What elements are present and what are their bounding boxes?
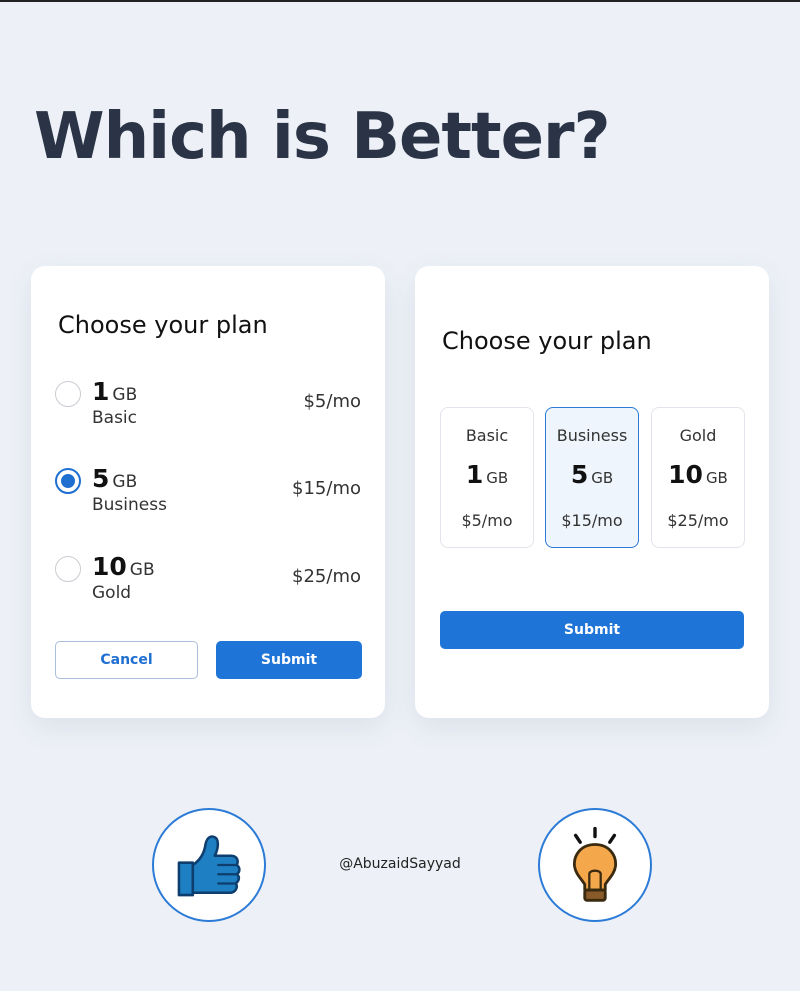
plan-price: $25/mo — [667, 511, 729, 530]
plan-option-gold[interactable]: 10 GB Gold $25/mo — [55, 552, 361, 614]
cancel-button[interactable]: Cancel — [55, 641, 198, 679]
plan-size: 5 GB — [92, 464, 138, 493]
plan-price: $15/mo — [292, 478, 361, 499]
plan-option-business[interactable]: 5 GB Business $15/mo — [55, 464, 361, 526]
plan-size: 1 GB — [465, 460, 509, 489]
plan-size: 10 GB — [668, 460, 728, 489]
plan-option-basic[interactable]: 1 GB Basic $5/mo — [55, 377, 361, 439]
plan-name: Gold — [92, 583, 132, 603]
top-border — [0, 0, 800, 2]
plan-card-radio-list: Choose your plan 1 GB Basic $5/mo 5 GB Bus… — [31, 266, 385, 718]
plan-name: Basic — [92, 408, 138, 428]
plan-price: $25/mo — [292, 566, 361, 587]
plan-card-tiles: Choose your plan Basic 1 GB $5/mo Busines… — [415, 266, 769, 718]
plan-name: Business — [556, 426, 628, 445]
plan-size: 10 GB — [92, 552, 155, 581]
lightbulb-icon — [573, 826, 617, 902]
plan-tile-business[interactable]: Business 5 GB $15/mo — [545, 407, 639, 548]
plan-price: $5/mo — [461, 511, 513, 530]
submit-button[interactable]: Submit — [216, 641, 362, 679]
plan-size: 5 GB — [570, 460, 614, 489]
card-title: Choose your plan — [58, 311, 268, 339]
plan-name: Business — [92, 495, 167, 515]
plan-name: Gold — [679, 426, 717, 445]
card-title: Choose your plan — [442, 327, 652, 355]
plan-price: $15/mo — [561, 511, 623, 530]
plan-tile-gold[interactable]: Gold 10 GB $25/mo — [651, 407, 745, 548]
radio-button[interactable] — [55, 556, 81, 582]
plan-size: 1 GB — [92, 377, 138, 406]
page-title: Which is Better? — [34, 100, 611, 174]
radio-button[interactable] — [55, 381, 81, 407]
author-handle: @AbuzaidSayyad — [339, 856, 461, 872]
plan-name: Basic — [465, 426, 509, 445]
plan-tile-basic[interactable]: Basic 1 GB $5/mo — [440, 407, 534, 548]
lightbulb-badge — [538, 808, 652, 922]
radio-button[interactable] — [55, 468, 81, 494]
plan-price: $5/mo — [303, 391, 361, 412]
submit-button[interactable]: Submit — [440, 611, 744, 649]
